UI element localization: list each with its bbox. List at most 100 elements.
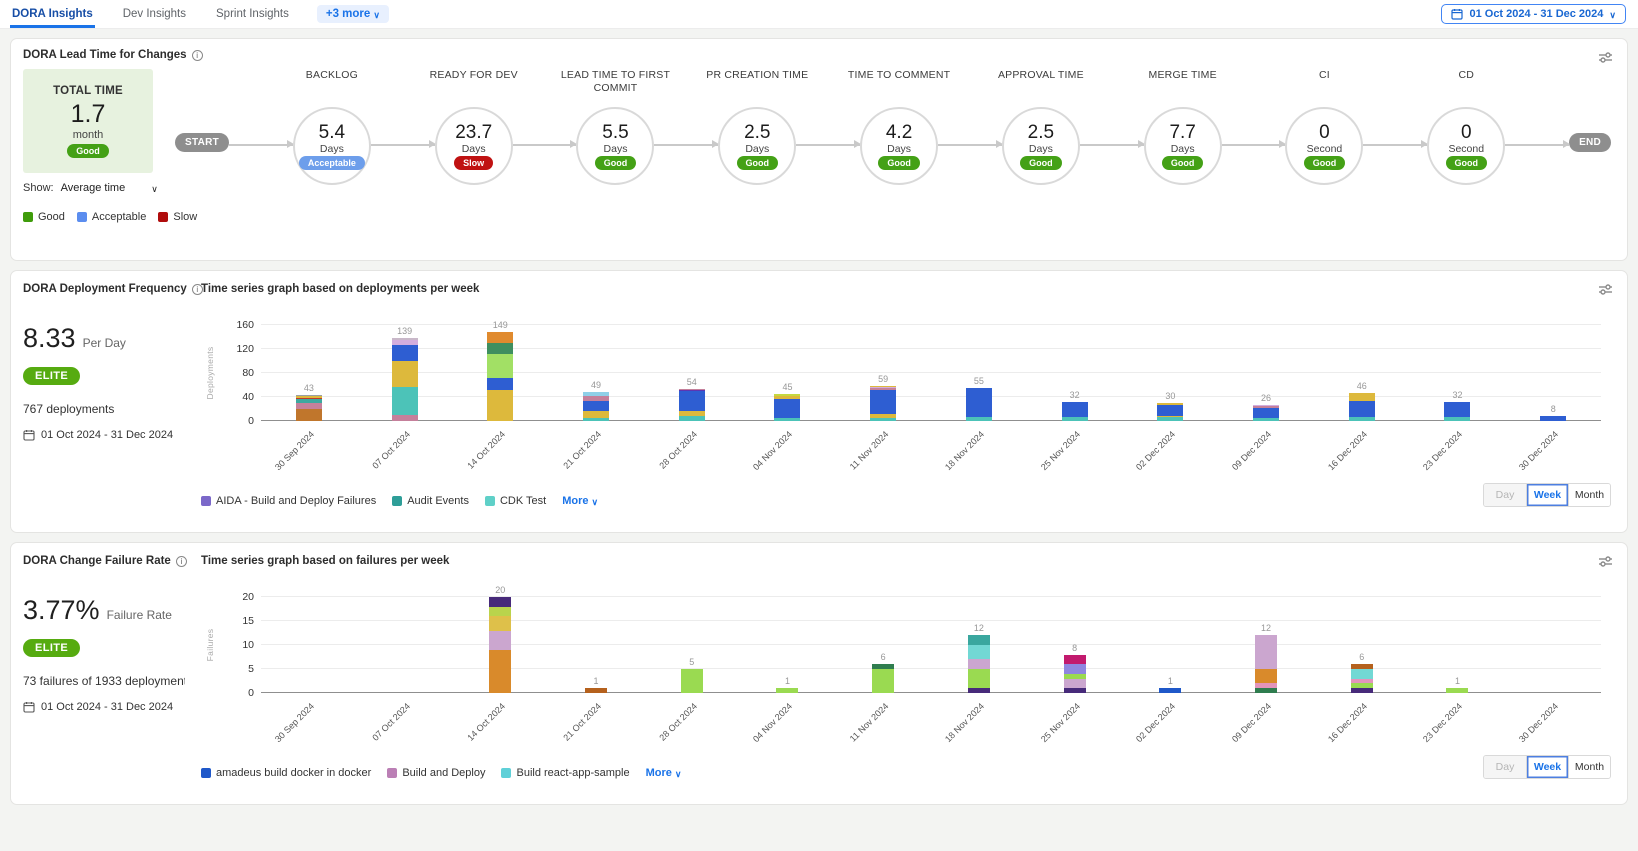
bar[interactable] [1255,635,1277,693]
bar[interactable] [872,664,894,693]
legend-swatch [158,212,168,222]
bar-slot-02-dec-2024: 102 Dec 2024 [1122,597,1218,693]
bar[interactable] [489,597,511,693]
y-tick-label: 5 [227,663,254,675]
top-bar: DORA Insights Dev Insights Sprint Insights… [0,0,1638,29]
bar[interactable] [968,635,990,693]
bar-value-label: 20 [495,585,505,595]
tab-dora-insights[interactable]: DORA Insights [10,1,95,28]
info-icon[interactable] [192,284,203,295]
bar[interactable] [1349,393,1375,421]
legend-item-audit-events: Audit Events [392,495,469,507]
x-tick-label: 04 Nov 2024 [751,429,794,472]
stage-unit: Second [1448,143,1484,155]
bar-segment [1253,408,1279,418]
bar-segment [1349,417,1375,421]
x-tick-label: 18 Nov 2024 [943,429,986,472]
bar[interactable] [392,338,418,421]
bar[interactable] [1540,416,1566,421]
stage-circle[interactable]: 0SecondGood [1285,107,1363,185]
info-icon[interactable] [176,556,187,567]
bar-segment [585,688,607,693]
bar-slot-04-nov-2024: 4504 Nov 2024 [740,325,836,421]
stage-label: READY FOR DEV [406,69,542,82]
tab-sprint-insights[interactable]: Sprint Insights [214,1,291,28]
legend-more-button[interactable]: More∨ [562,495,598,507]
bar[interactable] [774,394,800,421]
bar-segment [1064,664,1086,674]
bar[interactable] [1444,402,1470,421]
x-tick-label: 21 Oct 2024 [561,429,603,471]
bar[interactable] [296,395,322,421]
legend-label: Audit Events [407,495,469,507]
x-tick-label: 25 Nov 2024 [1039,701,1082,744]
stage-circle[interactable]: 4.2DaysGood [860,107,938,185]
stage-circle[interactable]: 23.7DaysSlow [435,107,513,185]
stage-unit: Days [1029,143,1053,155]
bar[interactable] [681,669,703,693]
stage-circle[interactable]: 2.5DaysGood [1002,107,1080,185]
bar[interactable] [1062,402,1088,421]
bar-segment [583,401,609,411]
lead-time-flow: STARTBACKLOG5.4DaysAcceptableREADY FOR D… [175,69,1615,223]
stage-circle[interactable]: 7.7DaysGood [1144,107,1222,185]
bar-segment [1351,669,1373,679]
tabs-more-button[interactable]: +3 more∨ [317,5,389,23]
x-tick-label: 30 Sep 2024 [273,701,316,744]
bar[interactable] [679,389,705,421]
legend-more-button[interactable]: More∨ [646,767,682,779]
stage-label: LEAD TIME TO FIRST COMMIT [547,69,683,95]
bar[interactable] [1253,405,1279,421]
toggle-week[interactable]: Week [1526,484,1568,506]
bar[interactable] [585,688,607,693]
info-icon[interactable] [192,50,203,61]
bar-segment [487,332,513,343]
sliders-icon[interactable] [1598,51,1613,64]
bar-segment [774,399,800,418]
bar[interactable] [1064,655,1086,693]
bar[interactable] [870,386,896,421]
date-range-picker[interactable]: 01 Oct 2024 - 31 Dec 2024 ∨ [1441,4,1626,24]
toggle-week[interactable]: Week [1526,756,1568,778]
bar[interactable] [966,388,992,421]
bar-slot-18-nov-2024: 5518 Nov 2024 [931,325,1027,421]
stage-ready-for-dev: READY FOR DEV23.7DaysSlow [435,69,513,185]
toggle-month[interactable]: Month [1568,756,1610,778]
bar[interactable] [776,688,798,693]
toggle-day[interactable]: Day [1484,484,1526,506]
bar[interactable] [487,332,513,421]
x-tick-label: 23 Dec 2024 [1421,701,1464,744]
stage-circle[interactable]: 2.5DaysGood [718,107,796,185]
sliders-icon[interactable] [1598,555,1613,568]
bar-segment [392,387,418,415]
bar-slot-30-dec-2024: 30 Dec 2024 [1505,597,1601,693]
average-time-select[interactable]: Average time ∨ [61,182,158,194]
bar-segment [392,345,418,361]
stage-circle[interactable]: 0SecondGood [1427,107,1505,185]
bar[interactable] [1159,688,1181,693]
stage-value: 2.5 [1028,122,1054,144]
tab-dev-insights[interactable]: Dev Insights [121,1,188,28]
x-tick-label: 04 Nov 2024 [751,701,794,744]
stage-circle[interactable]: 5.5DaysGood [576,107,654,185]
bar-segment [679,416,705,421]
x-tick-label: 28 Oct 2024 [657,429,699,471]
chevron-down-icon: ∨ [675,770,682,779]
bar[interactable] [1157,403,1183,421]
bar-value-label: 6 [1359,652,1364,662]
x-tick-label: 14 Oct 2024 [466,429,508,471]
bar[interactable] [583,392,609,421]
sliders-icon[interactable] [1598,283,1613,296]
stage-circle[interactable]: 5.4DaysAcceptable [293,107,371,185]
bar-segment [774,418,800,421]
total-time-unit: month [73,129,104,141]
bar-segment [487,378,513,389]
deployment-frequency-panel: DORA Deployment Frequency 8.33 Per Day E… [10,270,1628,533]
toggle-month[interactable]: Month [1568,484,1610,506]
total-time-heading: TOTAL TIME [53,85,123,97]
toggle-day[interactable]: Day [1484,756,1526,778]
legend-swatch [23,212,33,222]
bar[interactable] [1351,664,1373,693]
bar[interactable] [1446,688,1468,693]
stage-unit: Second [1307,143,1343,155]
